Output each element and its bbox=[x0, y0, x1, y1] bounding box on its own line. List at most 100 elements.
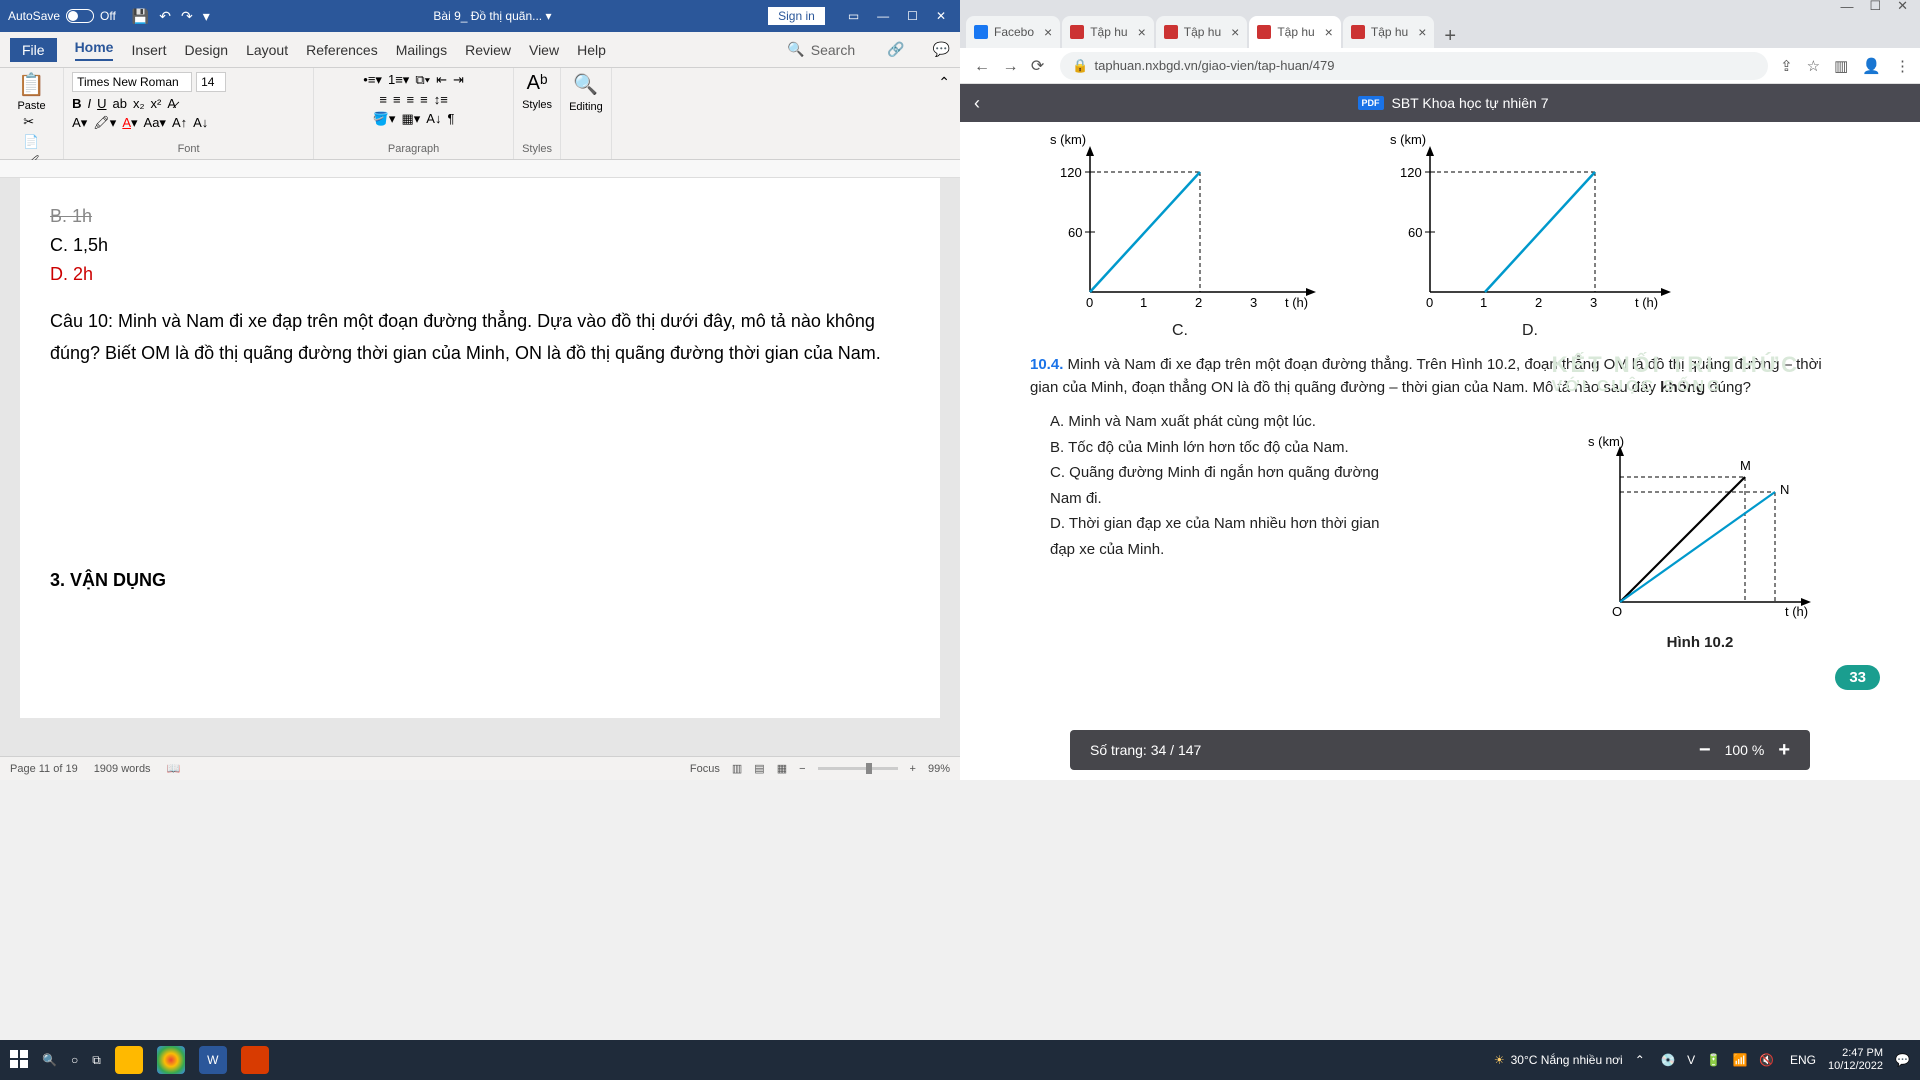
borders-icon[interactable]: ▦▾ bbox=[401, 111, 420, 127]
zoom-value[interactable]: 99% bbox=[928, 763, 950, 775]
font-color-icon[interactable]: A▾ bbox=[122, 115, 137, 131]
toggle-icon[interactable] bbox=[66, 9, 94, 23]
start-button[interactable] bbox=[10, 1050, 28, 1071]
strike-button[interactable]: ab bbox=[113, 96, 127, 111]
tab-layout[interactable]: Layout bbox=[246, 42, 288, 58]
multilevel-icon[interactable]: ⧉▾ bbox=[415, 72, 430, 88]
show-marks-icon[interactable]: ¶ bbox=[447, 111, 454, 127]
document-area[interactable]: B. 1h C. 1,5h D. 2h Câu 10: Minh và Nam … bbox=[0, 178, 960, 756]
tab-references[interactable]: References bbox=[306, 42, 378, 58]
web-layout-icon[interactable]: ▦ bbox=[777, 762, 787, 775]
zoom-out-button[interactable]: − bbox=[1699, 739, 1711, 762]
tab-view[interactable]: View bbox=[529, 42, 559, 58]
spellcheck-icon[interactable]: 📖 bbox=[167, 762, 181, 775]
styles-icon[interactable]: Aᵇ bbox=[527, 72, 548, 95]
bookmark-icon[interactable]: ☆ bbox=[1807, 57, 1820, 75]
cortana-icon[interactable]: ○ bbox=[71, 1053, 78, 1067]
search-box[interactable]: 🔍 Search bbox=[787, 41, 855, 58]
close-tab-icon[interactable]: × bbox=[1231, 24, 1239, 40]
page[interactable]: B. 1h C. 1,5h D. 2h Câu 10: Minh và Nam … bbox=[20, 178, 940, 718]
focus-mode[interactable]: Focus bbox=[690, 763, 720, 775]
language-indicator[interactable]: ENG bbox=[1790, 1053, 1816, 1067]
forward-icon[interactable]: → bbox=[1002, 58, 1018, 75]
tab-review[interactable]: Review bbox=[465, 42, 511, 58]
signin-button[interactable]: Sign in bbox=[767, 6, 826, 26]
task-view-icon[interactable]: ⧉ bbox=[92, 1053, 101, 1068]
close-icon[interactable]: ✕ bbox=[936, 9, 946, 23]
close-tab-icon[interactable]: × bbox=[1325, 24, 1333, 40]
cut-icon[interactable]: ✂ bbox=[23, 114, 40, 130]
tray-icon[interactable]: 💿 bbox=[1661, 1053, 1676, 1067]
share-icon[interactable]: ⇪ bbox=[1780, 57, 1793, 75]
ribbon-display-icon[interactable]: ▭ bbox=[848, 9, 859, 23]
reload-icon[interactable]: ⟳ bbox=[1031, 58, 1044, 75]
chrome-icon[interactable] bbox=[157, 1046, 185, 1074]
line-spacing-icon[interactable]: ↕≡ bbox=[434, 92, 448, 107]
zoom-in-icon[interactable]: + bbox=[910, 763, 916, 775]
clock[interactable]: 2:47 PM 10/12/2022 bbox=[1828, 1047, 1883, 1073]
undo-icon[interactable]: ↶ bbox=[159, 8, 171, 25]
bullets-icon[interactable]: •≡▾ bbox=[363, 72, 382, 88]
tray-icon[interactable]: V bbox=[1687, 1053, 1695, 1067]
profile-icon[interactable]: 👤 bbox=[1862, 57, 1881, 75]
search-icon[interactable]: 🔍 bbox=[42, 1053, 57, 1067]
sort-icon[interactable]: A↓ bbox=[426, 111, 441, 127]
word-icon[interactable]: W bbox=[199, 1046, 227, 1074]
tab-design[interactable]: Design bbox=[184, 42, 228, 58]
wifi-icon[interactable]: 📶 bbox=[1733, 1053, 1748, 1067]
find-icon[interactable]: 🔍 bbox=[573, 72, 598, 97]
italic-button[interactable]: I bbox=[87, 96, 91, 111]
share-icon[interactable]: 🔗 bbox=[887, 41, 904, 58]
change-case-icon[interactable]: Aa▾ bbox=[144, 115, 166, 131]
address-bar[interactable]: 🔒 taphuan.nxbgd.vn/giao-vien/tap-huan/47… bbox=[1060, 52, 1768, 80]
weather-widget[interactable]: ☀ 30°C Nắng nhiều nơi bbox=[1494, 1053, 1623, 1067]
tab-taphuan-4[interactable]: Tập hu× bbox=[1343, 16, 1435, 48]
new-tab-button[interactable]: + bbox=[1436, 25, 1464, 48]
menu-icon[interactable]: ⋮ bbox=[1895, 57, 1910, 75]
ruler[interactable] bbox=[0, 160, 960, 178]
highlight-icon[interactable]: 🖍▾ bbox=[93, 115, 116, 131]
file-explorer-icon[interactable] bbox=[115, 1046, 143, 1074]
notifications-icon[interactable]: 💬 bbox=[1895, 1053, 1910, 1067]
minimize-icon[interactable]: — bbox=[877, 9, 889, 23]
align-right-icon[interactable]: ≡ bbox=[407, 92, 415, 107]
justify-icon[interactable]: ≡ bbox=[420, 92, 428, 107]
paste-icon[interactable]: 📋 bbox=[18, 72, 45, 98]
align-left-icon[interactable]: ≡ bbox=[379, 92, 387, 107]
save-icon[interactable]: 💾 bbox=[132, 8, 149, 25]
zoom-in-button[interactable]: + bbox=[1778, 739, 1790, 762]
close-tab-icon[interactable]: × bbox=[1418, 24, 1426, 40]
autosave-toggle[interactable]: AutoSave Off bbox=[0, 9, 124, 23]
shrink-font-icon[interactable]: A↓ bbox=[193, 115, 208, 131]
superscript-button[interactable]: x² bbox=[151, 96, 162, 111]
copy-icon[interactable]: 📄 bbox=[23, 134, 40, 150]
read-mode-icon[interactable]: ▥ bbox=[732, 762, 742, 775]
battery-icon[interactable]: 🔋 bbox=[1706, 1053, 1721, 1067]
tab-mailings[interactable]: Mailings bbox=[396, 42, 447, 58]
align-center-icon[interactable]: ≡ bbox=[393, 92, 401, 107]
redo-icon[interactable]: ↷ bbox=[181, 8, 193, 25]
close-tab-icon[interactable]: × bbox=[1044, 24, 1052, 40]
close-tab-icon[interactable]: × bbox=[1138, 24, 1146, 40]
bold-button[interactable]: B bbox=[72, 96, 81, 111]
grow-font-icon[interactable]: A↑ bbox=[172, 115, 187, 131]
maximize-icon[interactable]: ☐ bbox=[907, 9, 918, 23]
app-icon[interactable] bbox=[241, 1046, 269, 1074]
tab-taphuan-2[interactable]: Tập hu× bbox=[1156, 16, 1248, 48]
text-effects-icon[interactable]: A▾ bbox=[72, 115, 87, 131]
underline-button[interactable]: U bbox=[97, 96, 106, 111]
pages-value[interactable]: 34 / 147 bbox=[1151, 742, 1202, 758]
zoom-slider[interactable] bbox=[818, 767, 898, 770]
tab-taphuan-3[interactable]: Tập hu× bbox=[1249, 16, 1341, 48]
page-indicator[interactable]: Page 11 of 19 bbox=[10, 763, 78, 775]
increase-indent-icon[interactable]: ⇥ bbox=[453, 72, 464, 88]
pdf-back-icon[interactable]: ‹ bbox=[974, 93, 980, 114]
decrease-indent-icon[interactable]: ⇤ bbox=[436, 72, 447, 88]
comments-icon[interactable]: 💬 bbox=[933, 41, 950, 58]
customize-qat-icon[interactable]: ▾ bbox=[203, 8, 210, 25]
back-icon[interactable]: ← bbox=[974, 58, 990, 75]
tab-facebook[interactable]: Facebo× bbox=[966, 16, 1060, 48]
tab-home[interactable]: Home bbox=[75, 39, 114, 61]
word-count[interactable]: 1909 words bbox=[94, 763, 151, 775]
pdf-content[interactable]: KẾT NỐI TRI THỨC VỚI CUỘC SỐNG s (km) 12… bbox=[960, 122, 1920, 780]
